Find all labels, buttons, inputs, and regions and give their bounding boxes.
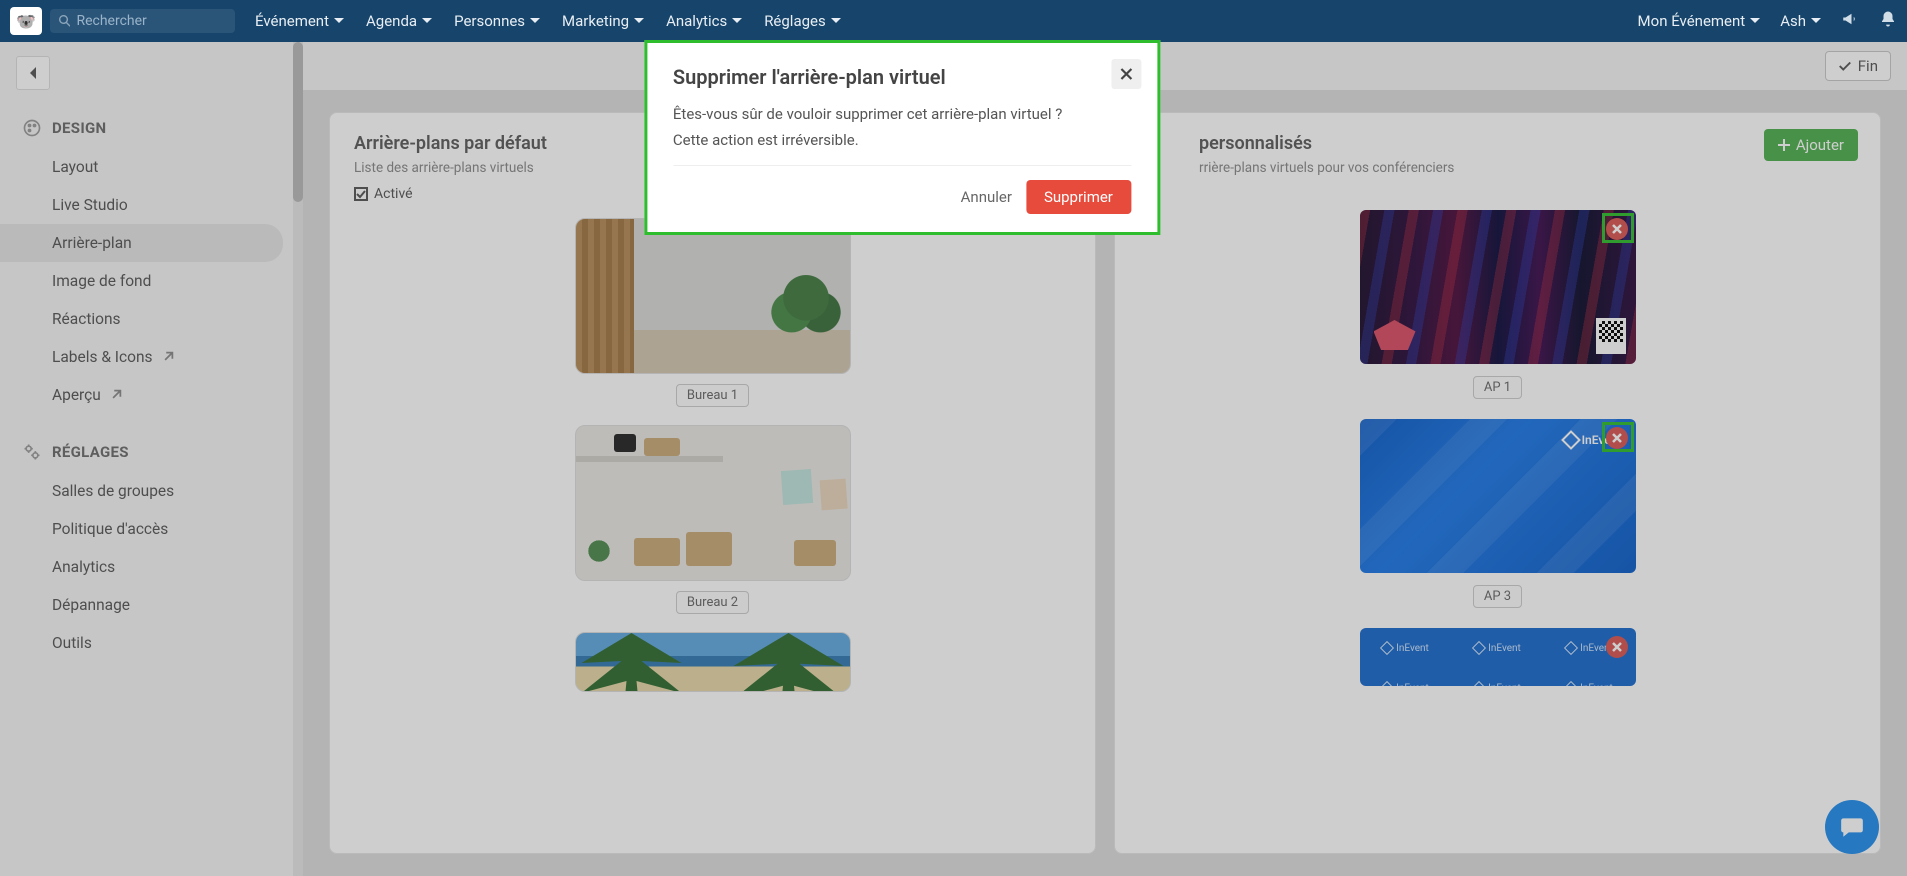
search-input[interactable] (76, 13, 227, 29)
topbar: 🐨 Événement Agenda Personnes Marketing A… (0, 0, 1907, 42)
announce-button[interactable] (1841, 10, 1859, 32)
nav-menu: Événement Agenda Personnes Marketing Ana… (255, 12, 841, 30)
chevron-down-icon (422, 16, 432, 26)
modal-text-1: Êtes-vous sûr de vouloir supprimer cet a… (673, 105, 1131, 123)
modal-close-button[interactable] (1111, 59, 1141, 89)
event-name-label: Mon Événement (1638, 12, 1746, 30)
nav-label: Événement (255, 12, 329, 30)
nav-marketing[interactable]: Marketing (562, 12, 644, 30)
modal-title: Supprimer l'arrière-plan virtuel (673, 65, 1131, 89)
search-icon (58, 14, 70, 28)
chevron-down-icon (334, 16, 344, 26)
nav-label: Marketing (562, 12, 629, 30)
user-menu[interactable]: Ash (1780, 12, 1821, 30)
nav-analytics[interactable]: Analytics (666, 12, 742, 30)
app-logo[interactable]: 🐨 (10, 7, 42, 35)
close-icon (1119, 67, 1133, 81)
nav-personnes[interactable]: Personnes (454, 12, 540, 30)
nav-label: Réglages (764, 12, 826, 30)
bell-icon (1879, 10, 1897, 28)
event-switcher[interactable]: Mon Événement (1638, 12, 1761, 30)
nav-label: Analytics (666, 12, 727, 30)
notifications-button[interactable] (1879, 10, 1897, 32)
cancel-button[interactable]: Annuler (961, 188, 1012, 206)
chevron-down-icon (1750, 16, 1760, 26)
chevron-down-icon (732, 16, 742, 26)
nav-label: Personnes (454, 12, 525, 30)
nav-reglages[interactable]: Réglages (764, 12, 841, 30)
chevron-down-icon (634, 16, 644, 26)
search-box[interactable] (50, 9, 235, 33)
chevron-down-icon (530, 16, 540, 26)
nav-evenement[interactable]: Événement (255, 12, 344, 30)
chevron-down-icon (1811, 16, 1821, 26)
modal-text-2: Cette action est irréversible. (673, 131, 1131, 149)
delete-confirm-modal: Supprimer l'arrière-plan virtuel Êtes-vo… (644, 40, 1160, 235)
confirm-delete-button[interactable]: Supprimer (1026, 180, 1131, 214)
user-name-label: Ash (1780, 12, 1806, 30)
nav-label: Agenda (366, 12, 417, 30)
right-nav: Mon Événement Ash (1638, 10, 1897, 32)
chevron-down-icon (831, 16, 841, 26)
megaphone-icon (1841, 10, 1859, 28)
nav-agenda[interactable]: Agenda (366, 12, 432, 30)
